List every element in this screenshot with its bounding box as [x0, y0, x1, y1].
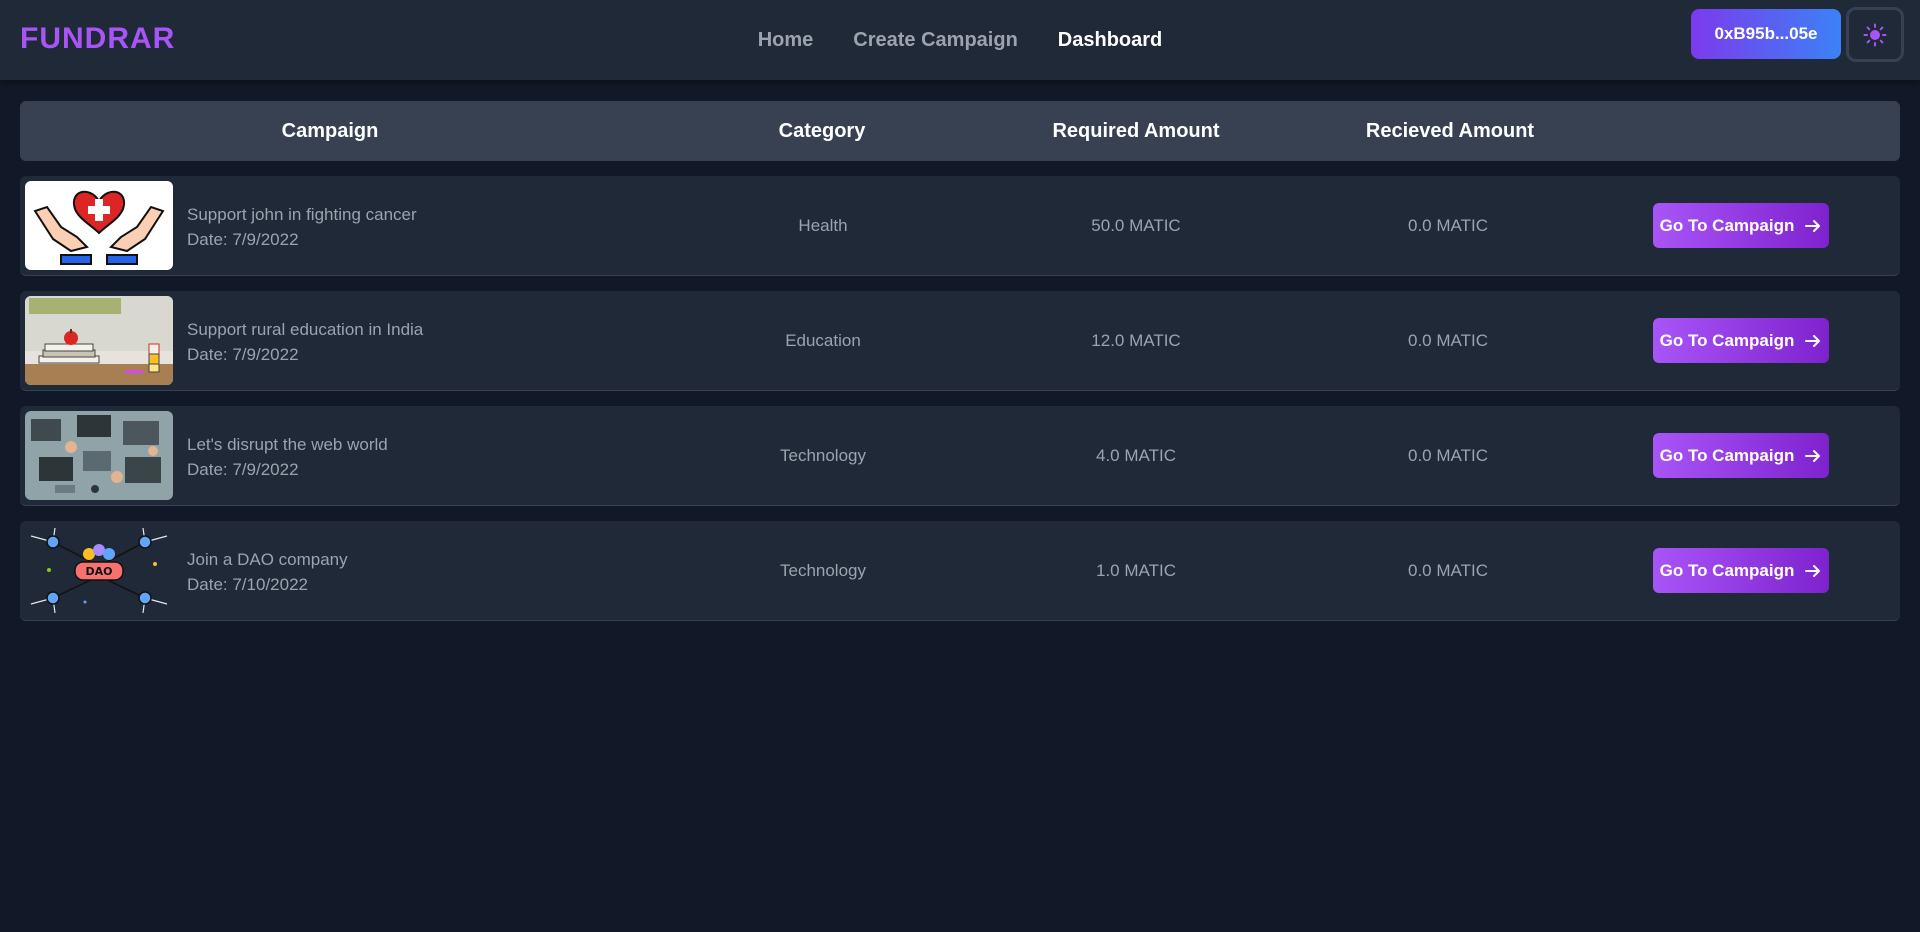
arrow-right-icon	[1805, 334, 1821, 347]
campaign-category: Education	[785, 331, 861, 350]
app-logo[interactable]: FUNDRAR	[20, 20, 175, 58]
go-to-campaign-label: Go To Campaign	[1659, 560, 1795, 580]
campaign-category: Technology	[779, 446, 866, 465]
header-category: Category	[778, 120, 866, 142]
theme-toggle-button[interactable]	[1846, 7, 1904, 62]
campaign-required-amount: 12.0 MATIC	[1091, 331, 1181, 350]
campaign-date: Date: 7/9/2022	[187, 345, 299, 364]
header-required-amount: Required Amount	[1052, 120, 1220, 142]
campaign-date: Date: 7/9/2022	[187, 230, 299, 249]
go-to-campaign-button[interactable]: Go To Campaign	[1653, 433, 1829, 478]
wallet-address-button[interactable]: 0xB95b...05e	[1691, 9, 1841, 59]
campaign-required-amount: 50.0 MATIC	[1091, 216, 1181, 235]
campaign-category: Health	[798, 216, 848, 235]
campaign-required-amount: 4.0 MATIC	[1096, 446, 1176, 465]
heart-hands-image	[25, 181, 173, 270]
go-to-campaign-button[interactable]: Go To Campaign	[1653, 318, 1829, 363]
table-row: Let's disrupt the web world Date: 7/9/20…	[20, 406, 1900, 506]
campaign-required-amount: 1.0 MATIC	[1096, 561, 1176, 580]
navbar: FUNDRAR Home Create Campaign Dashboard 0…	[0, 0, 1920, 80]
campaign-received-amount: 0.0 MATIC	[1408, 446, 1488, 465]
workspace-laptops-image	[25, 411, 173, 500]
go-to-campaign-label: Go To Campaign	[1659, 215, 1795, 235]
dao-network-image: DAO	[25, 526, 173, 615]
campaign-date: Date: 7/10/2022	[187, 575, 308, 594]
table-row: Support rural education in India Date: 7…	[20, 291, 1900, 391]
header-received-amount: Recieved Amount	[1365, 120, 1535, 142]
arrow-right-icon	[1805, 564, 1821, 577]
table-row: DAO Join a DAO company Date: 7/10/2022 T…	[20, 521, 1900, 621]
campaign-title: Support john in fighting cancer	[187, 205, 417, 224]
campaign-title: Let's disrupt the web world	[187, 435, 388, 454]
campaign-date: Date: 7/9/2022	[187, 460, 299, 479]
campaign-received-amount: 0.0 MATIC	[1408, 216, 1488, 235]
go-to-campaign-label: Go To Campaign	[1659, 445, 1795, 465]
go-to-campaign-button[interactable]: Go To Campaign	[1653, 203, 1829, 248]
books-apple-image	[25, 296, 173, 385]
arrow-right-icon	[1805, 219, 1821, 232]
nav-links: Home Create Campaign Dashboard	[0, 0, 1920, 80]
arrow-right-icon	[1805, 449, 1821, 462]
nav-home[interactable]: Home	[758, 29, 814, 52]
go-to-campaign-button[interactable]: Go To Campaign	[1653, 548, 1829, 593]
nav-create-campaign[interactable]: Create Campaign	[853, 29, 1018, 52]
campaign-received-amount: 0.0 MATIC	[1408, 561, 1488, 580]
go-to-campaign-label: Go To Campaign	[1659, 330, 1795, 350]
campaign-category: Technology	[779, 561, 866, 580]
campaign-title: Support rural education in India	[187, 320, 424, 339]
campaign-title: Join a DAO company	[187, 550, 348, 569]
sun-icon	[1863, 23, 1887, 46]
header-campaign: Campaign	[281, 120, 379, 142]
campaign-received-amount: 0.0 MATIC	[1408, 331, 1488, 350]
table-row: Support john in fighting cancer Date: 7/…	[20, 176, 1900, 276]
svg-text:DAO: DAO	[86, 565, 113, 578]
table-header: Campaign Category Required Amount Reciev…	[20, 101, 1900, 161]
nav-dashboard[interactable]: Dashboard	[1058, 29, 1162, 52]
